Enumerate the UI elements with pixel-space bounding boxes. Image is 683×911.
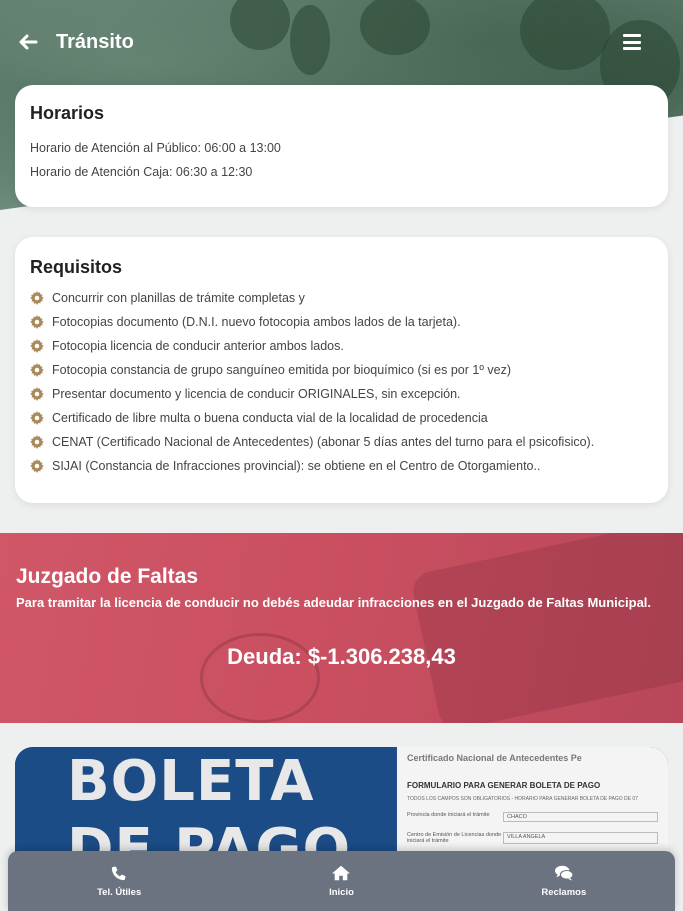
gear-icon bbox=[30, 459, 44, 473]
requisito-item: Fotocopia constancia de grupo sanguíneo … bbox=[30, 358, 653, 382]
nav-reclamos[interactable]: Reclamos bbox=[494, 864, 634, 898]
juzgado-title: Juzgado de Faltas bbox=[16, 565, 199, 588]
requisito-text: Fotocopia constancia de grupo sanguíneo … bbox=[52, 363, 511, 377]
gear-icon bbox=[30, 291, 44, 305]
requisito-item: Concurrir con planillas de trámite compl… bbox=[30, 286, 653, 310]
requisitos-card: Requisitos Concurrir con planillas de tr… bbox=[15, 237, 668, 503]
nav-label: Inicio bbox=[329, 887, 354, 898]
gear-icon bbox=[30, 363, 44, 377]
top-bar: Tránsito bbox=[0, 22, 683, 62]
juzgado-text: Para tramitar la licencia de conducir no… bbox=[16, 595, 652, 610]
requisito-item: Fotocopia licencia de conducir anterior … bbox=[30, 334, 653, 358]
nav-tel-utiles[interactable]: Tel. Útiles bbox=[49, 864, 189, 898]
banner-background-decoration bbox=[409, 533, 683, 723]
form-row: Provincia donde iniciará el trámite CHAC… bbox=[407, 812, 658, 822]
nav-label: Tel. Útiles bbox=[97, 887, 142, 898]
requisito-text: Fotocopia licencia de conducir anterior … bbox=[52, 339, 344, 353]
hamburger-menu-icon[interactable] bbox=[623, 34, 641, 50]
form-subtitle: TODOS LOS CAMPOS SON OBLIGATORIOS - HORA… bbox=[407, 796, 638, 802]
deuda-amount: Deuda: $-1.306.238,43 bbox=[227, 644, 456, 669]
requisito-text: SIJAI (Constancia de Infracciones provin… bbox=[52, 459, 541, 473]
nav-inicio[interactable]: Inicio bbox=[271, 864, 411, 898]
gear-icon bbox=[30, 387, 44, 401]
requisito-text: Concurrir con planillas de trámite compl… bbox=[52, 291, 305, 305]
form-row: Centro de Emisión de Licencias donde ini… bbox=[407, 832, 658, 844]
horario-publico: Horario de Atención al Público: 06:00 a … bbox=[30, 141, 281, 155]
requisito-text: Certificado de libre multa o buena condu… bbox=[52, 411, 488, 425]
bottom-navigation: Tel. Útiles Inicio Reclamos bbox=[8, 851, 675, 911]
requisitos-list: Concurrir con planillas de trámite compl… bbox=[30, 286, 653, 478]
requisito-text: Presentar documento y licencia de conduc… bbox=[52, 387, 461, 401]
horarios-title: Horarios bbox=[30, 103, 105, 123]
boleta-line1: BOLETA bbox=[67, 749, 315, 814]
gear-icon bbox=[30, 339, 44, 353]
requisito-item: SIJAI (Constancia de Infracciones provin… bbox=[30, 454, 653, 478]
comments-icon bbox=[554, 865, 574, 881]
requisito-text: CENAT (Certificado Nacional de Anteceden… bbox=[52, 435, 595, 449]
page-title: Tránsito bbox=[56, 30, 134, 53]
requisito-item: Certificado de libre multa o buena condu… bbox=[30, 406, 653, 430]
form-header: Certificado Nacional de Antecedentes Pe bbox=[407, 753, 582, 763]
home-icon bbox=[332, 865, 351, 881]
horarios-card: Horarios Horario de Atención al Público:… bbox=[15, 85, 668, 207]
requisito-item: Presentar documento y licencia de conduc… bbox=[30, 382, 653, 406]
gear-icon bbox=[30, 435, 44, 449]
requisito-item: Fotocopias documento (D.N.I. nuevo fotoc… bbox=[30, 310, 653, 334]
gear-icon bbox=[30, 315, 44, 329]
arrow-left-icon[interactable] bbox=[18, 31, 40, 53]
juzgado-banner: Juzgado de Faltas Para tramitar la licen… bbox=[0, 533, 683, 723]
horario-caja: Horario de Atención Caja: 06:30 a 12:30 bbox=[30, 165, 253, 179]
nav-label: Reclamos bbox=[541, 887, 587, 898]
gear-icon bbox=[30, 411, 44, 425]
requisitos-title: Requisitos bbox=[30, 257, 123, 277]
phone-icon bbox=[112, 866, 126, 881]
requisito-item: CENAT (Certificado Nacional de Anteceden… bbox=[30, 430, 653, 454]
requisito-text: Fotocopias documento (D.N.I. nuevo fotoc… bbox=[52, 315, 461, 329]
form-title: FORMULARIO PARA GENERAR BOLETA DE PAGO bbox=[407, 781, 601, 790]
